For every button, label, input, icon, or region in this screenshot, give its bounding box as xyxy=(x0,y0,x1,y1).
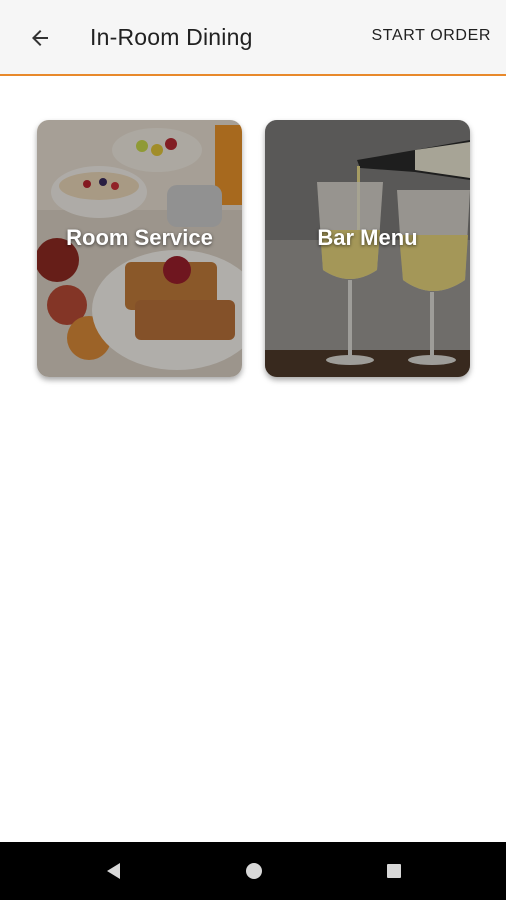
system-nav-bar xyxy=(0,842,506,900)
screen: In-Room Dining START ORDER Room Service … xyxy=(0,0,506,900)
back-button[interactable] xyxy=(20,20,60,56)
room-service-label: Room Service xyxy=(66,225,213,250)
room-service-card[interactable]: Room Service xyxy=(37,120,242,377)
bar-menu-label: Bar Menu xyxy=(317,225,418,250)
nav-home-button[interactable] xyxy=(224,842,284,900)
app-bar: In-Room Dining START ORDER xyxy=(0,0,506,76)
nav-back-button[interactable] xyxy=(84,842,144,900)
circle-home-icon xyxy=(246,863,262,879)
nav-recents-button[interactable] xyxy=(364,842,424,900)
arrow-left-icon xyxy=(32,30,48,46)
bar-menu-card[interactable]: Bar Menu xyxy=(265,120,470,377)
square-recents-icon xyxy=(387,864,401,878)
start-order-button[interactable]: START ORDER xyxy=(371,27,491,45)
triangle-back-icon xyxy=(107,863,120,879)
page-title: In-Room Dining xyxy=(90,24,253,50)
